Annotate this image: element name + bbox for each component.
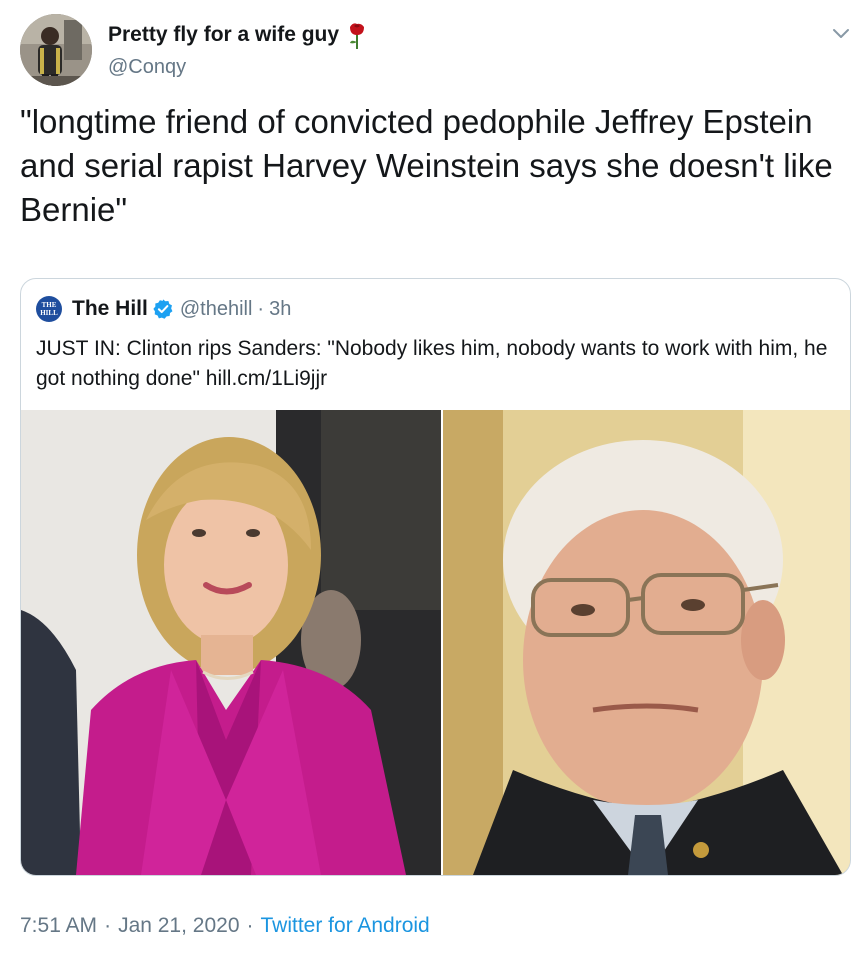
quoted-author-name[interactable]: The Hill bbox=[72, 297, 148, 321]
footer-separator: · bbox=[104, 914, 112, 937]
quoted-author-handle[interactable]: @thehill bbox=[180, 298, 253, 321]
tweet-text: "longtime friend of convicted pedophile … bbox=[20, 103, 833, 228]
quoted-text-body: JUST IN: Clinton rips Sanders: "Nobody l… bbox=[36, 337, 828, 390]
verified-badge-icon bbox=[152, 298, 174, 320]
quoted-media bbox=[21, 410, 850, 875]
quoted-timestamp[interactable]: 3h bbox=[269, 298, 291, 321]
author-display-name[interactable]: Pretty fly for a wife guy bbox=[108, 23, 339, 47]
photo-hillary-clinton[interactable] bbox=[21, 410, 441, 875]
quoted-tweet-text: JUST IN: Clinton rips Sanders: "Nobody l… bbox=[36, 334, 836, 394]
rose-icon bbox=[346, 20, 368, 50]
tweet-source-link[interactable]: Twitter for Android bbox=[261, 914, 430, 937]
tweet-time[interactable]: 7:51 AM bbox=[20, 914, 97, 937]
quoted-tweet[interactable]: THE HILL The Hill @thehill · 3h JUST IN: … bbox=[20, 278, 851, 876]
author-handle[interactable]: @Conqy bbox=[108, 56, 368, 79]
tweet-date[interactable]: Jan 21, 2020 bbox=[118, 914, 239, 937]
footer-separator: · bbox=[246, 914, 254, 937]
quoted-tweet-link[interactable]: hill.cm/1Li9jjr bbox=[206, 367, 327, 390]
quoted-separator: · bbox=[257, 297, 265, 320]
tweet-footer: 7:51 AM · Jan 21, 2020 · Twitter for Android bbox=[20, 914, 430, 938]
chevron-down-icon[interactable] bbox=[830, 22, 852, 44]
author-info: Pretty fly for a wife guy @Conqy bbox=[108, 20, 368, 79]
tweet: Pretty fly for a wife guy @Conqy "longti… bbox=[0, 0, 868, 960]
photo-bernie-sanders[interactable] bbox=[443, 410, 850, 875]
quoted-tweet-header: THE HILL The Hill @thehill · 3h bbox=[36, 295, 291, 323]
the-hill-logo[interactable]: THE HILL bbox=[36, 296, 62, 322]
author-avatar[interactable] bbox=[20, 14, 92, 86]
